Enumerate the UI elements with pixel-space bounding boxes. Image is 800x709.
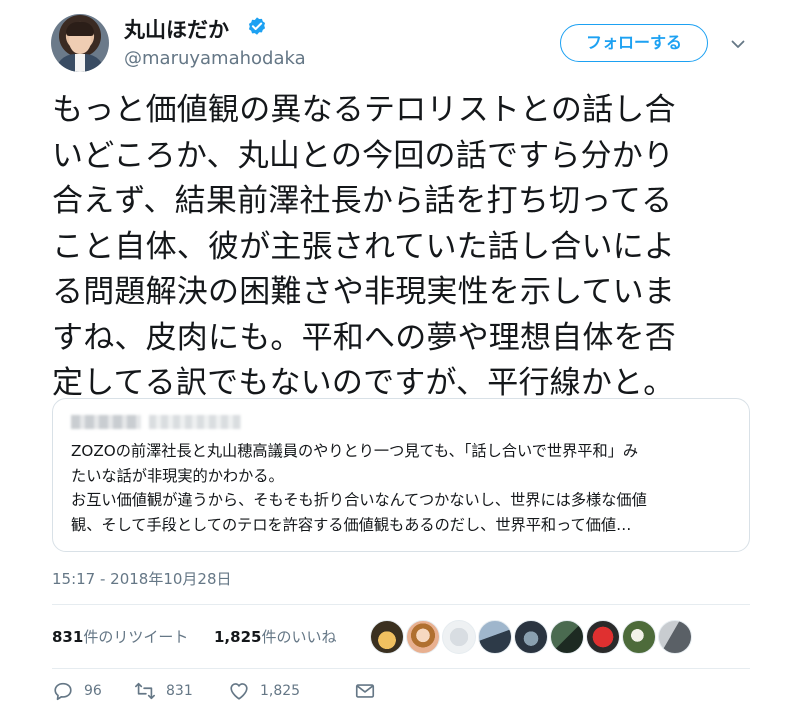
reply-button[interactable]: 96 <box>52 680 102 702</box>
avatar[interactable] <box>51 14 109 72</box>
follow-button[interactable]: フォローする <box>560 24 708 62</box>
tweet-line: 合えず、結果前澤社長から話を打ち切ってる <box>52 183 673 219</box>
tweet-header: 丸山ほだか @maruyamahodaka フォローする <box>0 0 800 88</box>
like-stat-label: 件のいいね <box>261 628 337 646</box>
like-count: 1,825 <box>260 683 301 699</box>
divider <box>52 668 750 669</box>
retweet-stat[interactable]: 831件のリツイート <box>52 626 188 647</box>
liker-avatar[interactable] <box>514 620 548 654</box>
timestamp[interactable]: 15:17 - 2018年10月28日 <box>52 568 232 589</box>
retweet-button[interactable]: 831 <box>134 680 193 702</box>
tweet-text: もっと価値観の異なるテロリストとの話し合 いどころか、丸山との今回の話ですら分か… <box>52 88 772 407</box>
retweet-count: 831 <box>166 683 193 699</box>
like-stat[interactable]: 1,825件のいいね <box>214 626 336 647</box>
retweet-icon <box>135 682 155 700</box>
like-button[interactable]: 1,825 <box>228 680 300 702</box>
reply-icon <box>54 682 72 701</box>
tweet-line: る問題解決の困難さや非現実性を示していま <box>52 274 676 310</box>
liker-avatar[interactable] <box>658 620 692 654</box>
tweet-line: いどころか、丸山との今回の話ですら分かり <box>52 137 675 174</box>
quote-line: 観、そして手段としてのテロを許容する価値観もあるのだし、世界平和って価値… <box>71 515 632 534</box>
liker-avatar[interactable] <box>550 620 584 654</box>
quote-line: たいな話が非現実的かわかる。 <box>71 466 284 485</box>
tweet-line: こと自体、彼が主張されていた話し合いによ <box>52 228 676 265</box>
liker-avatar[interactable] <box>442 620 476 654</box>
divider <box>52 604 750 605</box>
blurred-quoted-name <box>71 415 141 429</box>
heart-icon <box>230 683 248 700</box>
direct-message-button[interactable] <box>354 680 376 702</box>
chevron-down-icon[interactable] <box>730 36 746 52</box>
quote-line: お互い価値観が違うから、そもそも折り合いなんてつかないし、世界には多様な価値 <box>71 491 647 509</box>
envelope-icon <box>355 684 375 698</box>
reply-count: 96 <box>84 683 102 699</box>
like-stat-count: 1,825 <box>214 628 262 646</box>
liker-avatar[interactable] <box>478 620 512 654</box>
tweet-line: すね、皮肉にも。平和への夢や理想自体を否 <box>52 319 676 356</box>
quoted-tweet[interactable]: ZOZOの前澤社長と丸山穂高議員のやりとり一つ見ても、「話し合いで世界平和」み … <box>52 398 750 552</box>
liker-avatar[interactable] <box>370 620 404 654</box>
retweet-stat-count: 831 <box>52 628 84 646</box>
liker-avatar[interactable] <box>622 620 656 654</box>
liker-avatar[interactable] <box>586 620 620 654</box>
blurred-quoted-handle <box>149 415 241 429</box>
display-name[interactable]: 丸山ほだか <box>124 14 229 44</box>
quote-line: ZOZOの前澤社長と丸山穂高議員のやりとり一つ見ても、「話し合いで世界平和」み <box>71 442 639 460</box>
retweet-stat-label: 件のリツイート <box>83 628 189 646</box>
tweet-line: もっと価値観の異なるテロリストとの話し合 <box>52 92 676 128</box>
liker-avatar[interactable] <box>406 620 440 654</box>
quoted-tweet-text: ZOZOの前澤社長と丸山穂高議員のやりとり一つ見ても、「話し合いで世界平和」み … <box>71 439 741 537</box>
verified-badge-icon <box>248 17 266 35</box>
handle[interactable]: @maruyamahodaka <box>124 48 306 69</box>
